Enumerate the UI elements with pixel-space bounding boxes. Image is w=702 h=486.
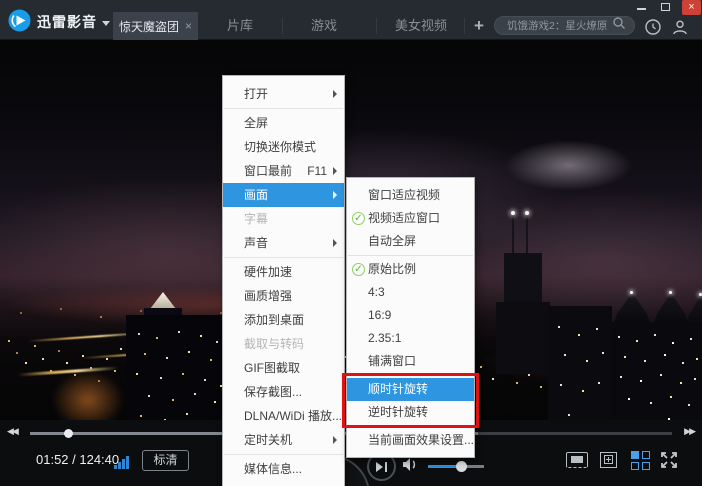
new-tab-button[interactable]: + bbox=[468, 13, 490, 39]
menu-item-subtitle: 字幕 bbox=[244, 212, 269, 226]
tab-library[interactable]: 片库 bbox=[200, 12, 280, 40]
antenna-light bbox=[525, 211, 529, 215]
submenu-arrow-icon bbox=[333, 436, 337, 444]
close-window-button[interactable]: × bbox=[682, 0, 701, 15]
progress-handle[interactable] bbox=[64, 429, 73, 438]
rewind-icon[interactable]: ◀◀ bbox=[7, 426, 19, 437]
submenu-item-auto-fullscreen[interactable]: 自动全屏 bbox=[347, 230, 474, 253]
lit-windows bbox=[610, 322, 612, 324]
search-icon[interactable] bbox=[612, 16, 626, 35]
menu-item-add-to-desktop[interactable]: 添加到桌面 bbox=[223, 308, 344, 332]
menu-separator bbox=[348, 255, 473, 256]
submenu-item-16-9[interactable]: 16:9 bbox=[347, 304, 474, 327]
menu-item-hw-accel[interactable]: 硬件加速 bbox=[223, 260, 344, 284]
lit-windows bbox=[548, 306, 550, 308]
tab-now-playing[interactable]: 惊天魔盗团 × bbox=[113, 12, 198, 40]
menu-separator bbox=[224, 454, 343, 455]
menu-item-settings[interactable]: 设置 bbox=[223, 481, 344, 486]
app-logo-icon[interactable] bbox=[8, 9, 31, 32]
tab-videos[interactable]: 美女视频 bbox=[378, 12, 464, 40]
time-display: 01:52 / 124:40 bbox=[36, 452, 120, 467]
fast-forward-icon[interactable]: ▶▶ bbox=[684, 426, 696, 437]
menu-item-fullscreen[interactable]: 全屏 bbox=[223, 111, 344, 135]
tab-divider bbox=[464, 18, 465, 34]
submenu-arrow-icon bbox=[333, 90, 337, 98]
title-bar: 迅雷影音 惊天魔盗团 × 片库 游戏 美女视频 + 饥饿游戏2：星火燎原 × bbox=[0, 0, 702, 40]
volume-slider[interactable] bbox=[428, 461, 484, 472]
rooftop-light bbox=[669, 291, 672, 294]
tab-label: 惊天魔盗团 bbox=[118, 19, 179, 34]
search-box[interactable]: 饥饿游戏2：星火燎原 bbox=[494, 16, 635, 35]
menu-item-mini-mode[interactable]: 切换迷你模式 bbox=[223, 135, 344, 159]
menu-item-save-screenshot[interactable]: 保存截图... bbox=[223, 380, 344, 404]
next-icon bbox=[376, 461, 383, 472]
tab-divider bbox=[376, 18, 377, 34]
submenu-item-2-35-1[interactable]: 2.35:1 bbox=[347, 327, 474, 350]
check-icon: ✓ bbox=[352, 262, 365, 276]
quality-button[interactable]: 标清 bbox=[142, 450, 189, 471]
menu-item-capture-transcode: 截取与转码 bbox=[244, 337, 305, 351]
playlist-grid-icon[interactable] bbox=[631, 451, 650, 470]
menu-item-dlna-widi[interactable]: DLNA/WiDi 播放... bbox=[223, 404, 344, 428]
check-icon: ✓ bbox=[352, 211, 365, 225]
tower-antenna bbox=[512, 215, 514, 255]
menu-separator bbox=[224, 108, 343, 109]
submenu-item-original-ratio[interactable]: ✓ 原始比例 bbox=[347, 258, 474, 281]
submenu-item-fill-window[interactable]: 铺满窗口 bbox=[347, 350, 474, 373]
user-account-icon[interactable] bbox=[672, 19, 688, 40]
annotation-highlight-box bbox=[342, 373, 479, 428]
submenu-arrow-icon bbox=[333, 239, 337, 247]
menu-item-window-on-top[interactable]: 窗口最前 F11 bbox=[223, 159, 344, 183]
antenna-light bbox=[511, 211, 515, 215]
minimize-button[interactable] bbox=[632, 0, 652, 14]
submenu-item-video-fit-window[interactable]: ✓ 视频适应窗口 bbox=[347, 207, 474, 230]
search-input[interactable]: 饥饿游戏2：星火燎原 bbox=[507, 18, 612, 33]
submenu-arrow-icon bbox=[333, 191, 337, 199]
skyscraper-silhouette bbox=[496, 302, 550, 374]
menu-item-picture[interactable]: 画面 bbox=[223, 183, 344, 207]
tab-games[interactable]: 游戏 bbox=[284, 12, 364, 40]
tab-divider bbox=[282, 18, 283, 34]
close-tab-icon[interactable]: × bbox=[185, 19, 192, 33]
network-speed-icon bbox=[114, 456, 132, 469]
city-lights bbox=[0, 40, 2, 42]
submenu-arrow-icon bbox=[333, 167, 337, 175]
volume-icon[interactable] bbox=[402, 457, 420, 477]
app-title[interactable]: 迅雷影音 bbox=[37, 12, 97, 32]
menu-item-timed-shutdown[interactable]: 定时关机 bbox=[223, 428, 344, 452]
menu-item-open[interactable]: 打开 bbox=[223, 82, 344, 106]
shortcut-label: F11 bbox=[307, 164, 327, 178]
menu-item-sound[interactable]: 声音 bbox=[223, 231, 344, 255]
submenu-item-picture-effect-settings[interactable]: 当前画面效果设置... bbox=[347, 429, 474, 452]
menu-item-media-info[interactable]: 媒体信息... bbox=[223, 457, 344, 481]
next-icon bbox=[385, 461, 387, 472]
submenu-item-4-3[interactable]: 4:3 bbox=[347, 281, 474, 304]
chevron-down-icon[interactable] bbox=[102, 21, 110, 26]
maximize-button[interactable] bbox=[656, 0, 676, 14]
menu-separator bbox=[224, 257, 343, 258]
rooftop-light bbox=[630, 291, 633, 294]
boss-key-icon[interactable] bbox=[600, 452, 617, 468]
menu-item-gif-capture[interactable]: GIF图截取 bbox=[223, 356, 344, 380]
fullscreen-icon[interactable] bbox=[660, 451, 678, 474]
volume-handle[interactable] bbox=[456, 461, 467, 472]
context-menu: 打开 全屏 切换迷你模式 窗口最前 F11 画面 字幕 声音 硬件加速 画质增强 … bbox=[222, 75, 345, 486]
submenu-item-window-fit-video[interactable]: 窗口适应视频 bbox=[347, 184, 474, 207]
history-clock-icon[interactable] bbox=[645, 19, 661, 40]
snapshot-icon[interactable] bbox=[566, 452, 588, 468]
player-window: ◀◀ ▶▶ 01:52 / 124:40 标清 迅雷影音 惊天魔盗团 × 片库 … bbox=[0, 0, 702, 486]
tower-antenna bbox=[526, 215, 528, 255]
menu-item-quality-enhance[interactable]: 画质增强 bbox=[223, 284, 344, 308]
lit-windows bbox=[126, 315, 128, 317]
